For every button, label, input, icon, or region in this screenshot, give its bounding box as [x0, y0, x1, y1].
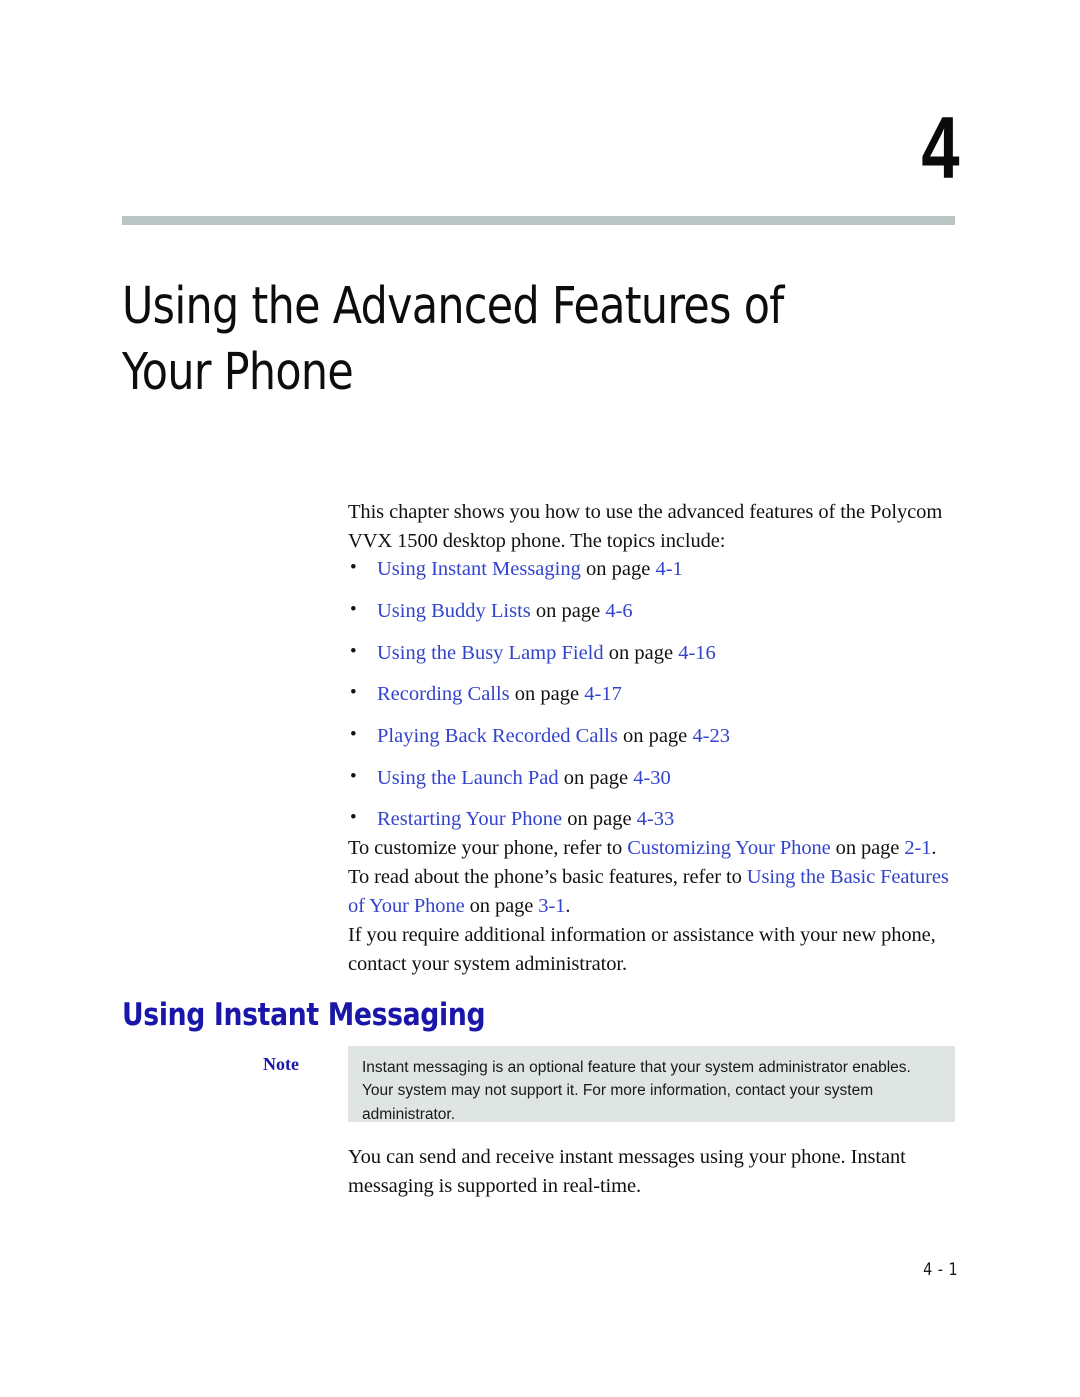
list-item[interactable]: Using Buddy Lists on page 4-6 — [348, 597, 958, 626]
topic-page-number[interactable]: 4-33 — [637, 808, 675, 830]
list-item[interactable]: Playing Back Recorded Calls on page 4-23 — [348, 722, 958, 751]
section-heading-using-instant-messaging: Using Instant Messaging — [122, 996, 486, 1033]
topic-link[interactable]: Using the Busy Lamp Field — [377, 642, 604, 664]
chapter-intro-section: This chapter shows you how to use the ad… — [348, 498, 958, 979]
topic-link-list: Using Instant Messaging on page 4-1 Usin… — [348, 555, 958, 834]
customize-text-part5: . — [565, 895, 571, 918]
topic-connector: on page — [617, 724, 693, 747]
topic-connector: on page — [530, 599, 606, 622]
topic-connector: on page — [509, 683, 585, 706]
topic-connector: on page — [580, 558, 656, 581]
note-block: Note Instant messaging is an optional fe… — [122, 1046, 955, 1123]
customizing-your-phone-link[interactable]: Customizing Your Phone — [627, 837, 831, 859]
list-item[interactable]: Using the Launch Pad on page 4-30 — [348, 764, 958, 793]
list-item[interactable]: Using the Busy Lamp Field on page 4-16 — [348, 639, 958, 668]
customize-text-part2: on page — [830, 836, 905, 859]
intro-paragraph: This chapter shows you how to use the ad… — [348, 501, 943, 553]
topic-connector: on page — [603, 641, 679, 664]
topic-page-number[interactable]: 4-30 — [633, 767, 671, 789]
customize-paragraph: To customize your phone, refer to Custom… — [348, 834, 958, 921]
chapter-title: Using the Advanced Features of Your Phon… — [122, 277, 784, 403]
list-item[interactable]: Using Instant Messaging on page 4-1 — [348, 555, 958, 584]
document-page: 4 Using the Advanced Features of Your Ph… — [0, 0, 1080, 1397]
basic-features-page-number[interactable]: 3-1 — [538, 895, 565, 917]
note-text: Instant messaging is an optional feature… — [362, 1059, 911, 1123]
topic-connector: on page — [558, 766, 634, 789]
topic-connector: on page — [562, 808, 637, 831]
topic-link[interactable]: Using Buddy Lists — [377, 600, 531, 622]
chapter-number: 4 — [921, 98, 959, 197]
topic-page-number[interactable]: 4-6 — [605, 600, 632, 622]
topic-page-number[interactable]: 4-17 — [584, 683, 622, 705]
topic-page-number[interactable]: 4-1 — [655, 558, 682, 580]
list-item[interactable]: Restarting Your Phone on page 4-33 — [348, 805, 958, 834]
closing-section: You can send and receive instant message… — [348, 1143, 958, 1201]
topic-link[interactable]: Restarting Your Phone — [377, 808, 562, 830]
topic-link[interactable]: Recording Calls — [377, 683, 510, 705]
customize-text-part4: on page — [464, 895, 539, 918]
topic-page-number[interactable]: 4-23 — [692, 725, 730, 747]
topic-page-number[interactable]: 4-16 — [678, 642, 716, 664]
note-label: Note — [263, 1054, 299, 1074]
assistance-paragraph: If you require additional information or… — [348, 924, 936, 976]
topic-link[interactable]: Using the Launch Pad — [377, 767, 559, 789]
closing-paragraph: You can send and receive instant message… — [348, 1146, 906, 1198]
chapter-divider-rule — [122, 216, 955, 225]
topic-link[interactable]: Playing Back Recorded Calls — [377, 725, 618, 747]
topic-link[interactable]: Using Instant Messaging — [377, 558, 581, 580]
list-item[interactable]: Recording Calls on page 4-17 — [348, 680, 958, 709]
footer-page-number: 4 - 1 — [923, 1260, 958, 1280]
customizing-page-number[interactable]: 2-1 — [904, 837, 931, 859]
customize-text-part1: To customize your phone, refer to — [348, 836, 628, 859]
note-box: Instant messaging is an optional feature… — [348, 1046, 955, 1123]
